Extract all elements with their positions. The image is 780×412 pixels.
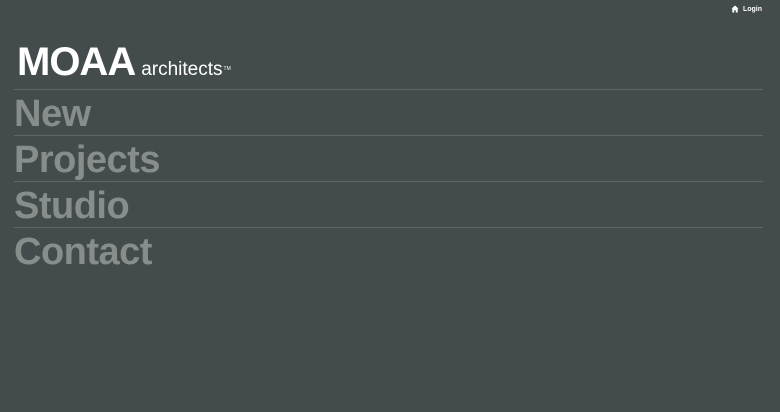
nav-item-label: Studio [14, 185, 130, 227]
nav-item-label: Contact [14, 231, 152, 273]
login-link[interactable]: Login [731, 5, 762, 13]
logo-subtitle: architects [141, 59, 223, 80]
login-label: Login [742, 5, 762, 13]
nav-item-new[interactable]: New [14, 89, 763, 135]
logo-brand: MOAA [17, 40, 136, 84]
logo-trademark: TM [223, 66, 231, 72]
logo[interactable]: MOAA architects TM [17, 42, 231, 82]
nav-item-contact[interactable]: Contact [14, 227, 763, 273]
nav-item-label: New [14, 93, 91, 135]
home-icon [731, 5, 739, 13]
nav-item-studio[interactable]: Studio [14, 181, 763, 227]
main-nav: New Projects Studio Contact [14, 89, 763, 273]
nav-item-label: Projects [14, 139, 160, 181]
nav-item-projects[interactable]: Projects [14, 135, 763, 181]
